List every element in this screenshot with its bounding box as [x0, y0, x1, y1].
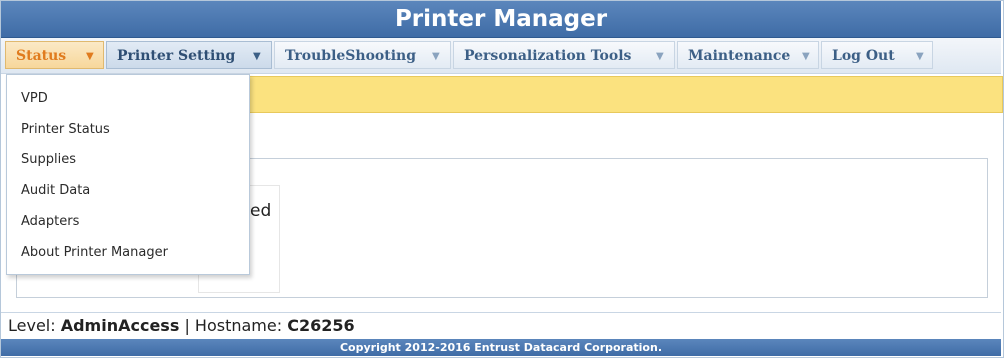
level-label: Level: [8, 316, 61, 335]
menu-status[interactable]: Status ▼ [5, 41, 104, 69]
status-separator-line [1, 312, 1001, 313]
copyright-footer: Copyright 2012-2016 Entrust Datacard Cor… [1, 339, 1001, 356]
hostname-value: C26256 [287, 316, 355, 335]
panel-partial-text: ed [250, 201, 272, 221]
main-menu-bar: Status ▼ Printer Setting ▼ TroubleShooti… [1, 38, 1001, 74]
access-level-value: AdminAccess [60, 316, 180, 335]
menu-maintenance[interactable]: Maintenance ▼ [677, 41, 819, 69]
chevron-down-icon: ▼ [86, 51, 94, 62]
chevron-down-icon: ▼ [802, 51, 810, 62]
menu-printer-setting-label: Printer Setting [117, 48, 236, 64]
dropdown-item-about-printer-manager[interactable]: About Printer Manager [21, 244, 168, 262]
page-title: Printer Manager [1, 1, 1001, 38]
menu-troubleshooting-label: TroubleShooting [285, 48, 417, 64]
menu-log-out-label: Log Out [832, 48, 895, 64]
menu-printer-setting[interactable]: Printer Setting ▼ [106, 41, 272, 69]
dropdown-item-audit-data[interactable]: Audit Data [21, 182, 90, 200]
menu-personalization-tools[interactable]: Personalization Tools ▼ [453, 41, 675, 69]
menu-maintenance-label: Maintenance [688, 48, 791, 64]
chevron-down-icon: ▼ [432, 51, 440, 62]
dropdown-item-printer-status[interactable]: Printer Status [21, 121, 110, 139]
menu-personalization-tools-label: Personalization Tools [464, 48, 632, 64]
menu-log-out[interactable]: Log Out ▼ [821, 41, 933, 69]
status-dropdown-menu: VPD Printer Status Supplies Audit Data A… [6, 74, 250, 275]
menu-status-label: Status [16, 48, 67, 64]
chevron-down-icon: ▼ [253, 51, 261, 62]
dropdown-item-adapters[interactable]: Adapters [21, 213, 79, 231]
dropdown-item-supplies[interactable]: Supplies [21, 151, 76, 169]
dropdown-item-vpd[interactable]: VPD [21, 90, 48, 108]
status-bar: Level: AdminAccess | Hostname: C26256 [8, 315, 355, 337]
chevron-down-icon: ▼ [916, 51, 924, 62]
menu-troubleshooting[interactable]: TroubleShooting ▼ [274, 41, 451, 69]
hostname-label: Hostname: [194, 316, 288, 335]
status-separator: | [179, 316, 195, 335]
chevron-down-icon: ▼ [656, 51, 664, 62]
